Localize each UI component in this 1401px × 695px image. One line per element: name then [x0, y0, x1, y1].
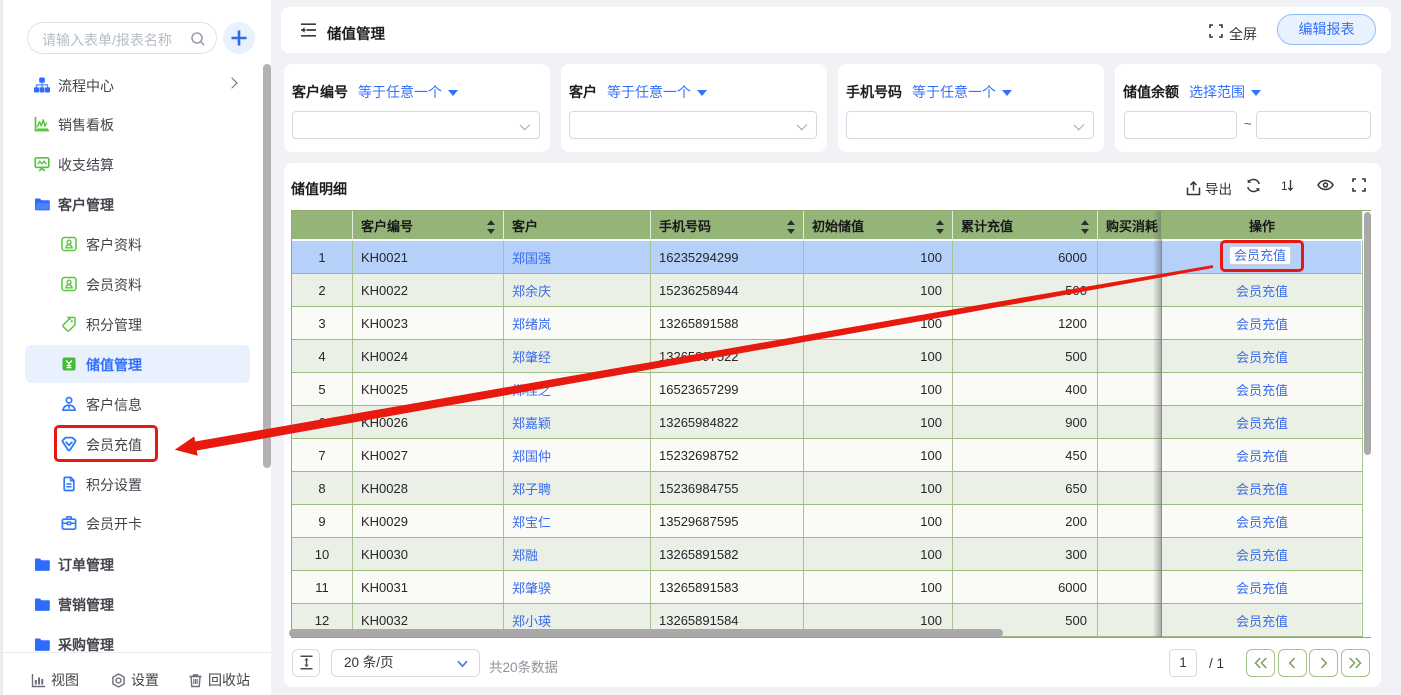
svg-text:1: 1 — [1281, 179, 1288, 193]
